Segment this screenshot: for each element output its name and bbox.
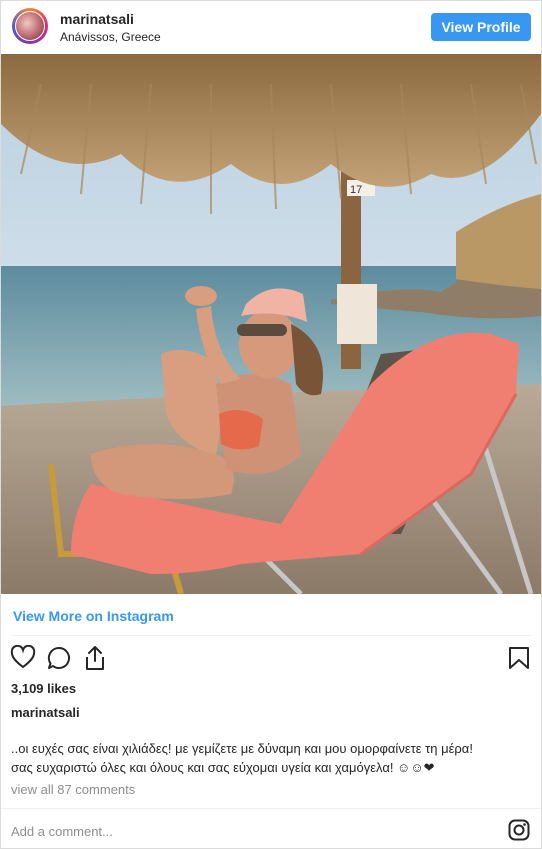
divider [1,808,541,809]
view-profile-button[interactable]: View Profile [431,13,531,41]
add-comment-input[interactable]: Add a comment... [11,824,113,839]
heart-icon[interactable] [10,645,36,669]
caption-line: σας ευχαριστώ όλες και όλους και σας εύχ… [11,760,435,775]
header-location[interactable]: Anávissos, Greece [60,30,161,44]
caption-line: ..οι ευχές σας είναι χιλιάδες! με γεμίζε… [11,741,473,756]
avatar[interactable] [12,8,48,44]
instagram-embed-card: marinatsali Anávissos, Greece View Profi… [0,0,542,849]
divider [11,635,531,636]
like-count[interactable]: 3,109 likes [11,681,76,696]
post-photo[interactable]: 17 [1,54,541,594]
umbrella-tag: 17 [350,184,362,196]
header-username[interactable]: marinatsali [60,11,134,27]
bookmark-icon[interactable] [508,646,530,670]
share-icon[interactable] [83,645,107,671]
view-more-on-instagram-link[interactable]: View More on Instagram [13,608,174,624]
instagram-logo-icon[interactable] [508,819,530,841]
post-header: marinatsali Anávissos, Greece View Profi… [1,1,541,53]
caption-username[interactable]: marinatsali [11,705,80,720]
post-caption: ..οι ευχές σας είναι χιλιάδες! με γεμίζε… [11,739,531,777]
view-all-comments-link[interactable]: view all 87 comments [11,782,135,797]
comment-icon[interactable] [47,646,73,670]
